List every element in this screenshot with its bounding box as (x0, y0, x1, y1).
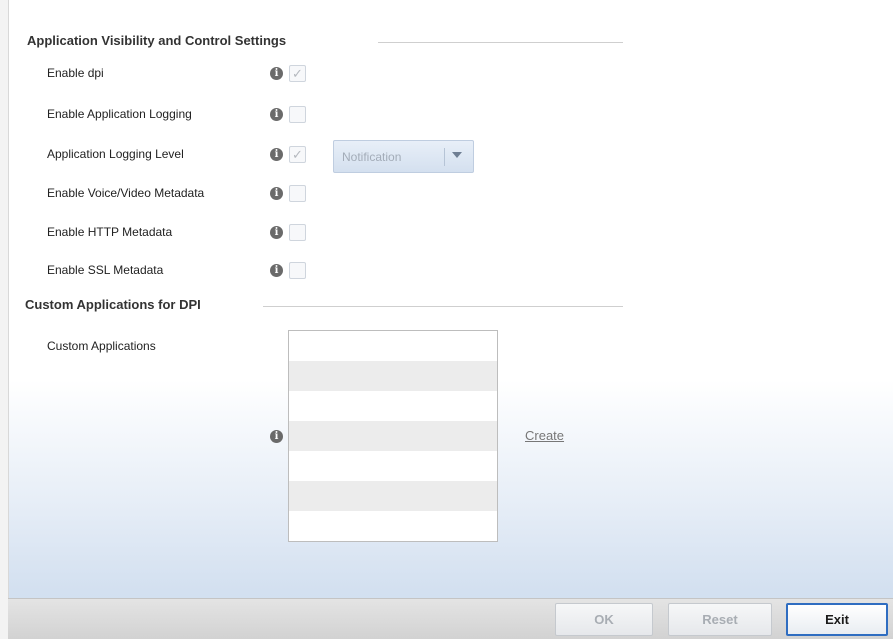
info-icon[interactable]: i (270, 226, 283, 239)
app-logging-level-checkbox[interactable]: ✓ (289, 146, 306, 163)
enable-dpi-label: Enable dpi (47, 66, 104, 80)
info-icon[interactable]: i (270, 108, 283, 121)
chevron-down-icon[interactable] (452, 152, 462, 158)
logging-level-select[interactable]: Notification (333, 140, 474, 173)
enable-voice-video-metadata-checkbox[interactable] (289, 185, 306, 202)
info-icon[interactable]: i (270, 67, 283, 80)
custom-applications-label: Custom Applications (47, 339, 156, 353)
info-icon[interactable]: i (270, 430, 283, 443)
list-item[interactable] (289, 361, 497, 391)
info-icon[interactable]: i (270, 187, 283, 200)
avc-section-divider (378, 42, 623, 43)
logging-level-value: Notification (342, 150, 402, 164)
create-link[interactable]: Create (525, 428, 564, 443)
list-item[interactable] (289, 391, 497, 421)
enable-ssl-metadata-label: Enable SSL Metadata (47, 263, 164, 277)
list-item[interactable] (289, 331, 497, 361)
list-item[interactable] (289, 451, 497, 481)
enable-voice-video-metadata-label: Enable Voice/Video Metadata (47, 186, 205, 200)
list-item[interactable] (289, 421, 497, 451)
reset-button[interactable]: Reset (668, 603, 772, 636)
settings-page: Application Visibility and Control Setti… (0, 0, 893, 639)
list-item[interactable] (289, 481, 497, 511)
info-icon[interactable]: i (270, 148, 283, 161)
custom-apps-section-title: Custom Applications for DPI (25, 297, 201, 312)
info-icon[interactable]: i (270, 264, 283, 277)
enable-dpi-checkbox[interactable]: ✓ (289, 65, 306, 82)
custom-applications-list[interactable] (288, 330, 498, 542)
enable-http-metadata-checkbox[interactable] (289, 224, 306, 241)
list-item[interactable] (289, 511, 497, 541)
enable-ssl-metadata-checkbox[interactable] (289, 262, 306, 279)
ok-button[interactable]: OK (555, 603, 653, 636)
exit-button[interactable]: Exit (786, 603, 888, 636)
avc-section-title: Application Visibility and Control Setti… (27, 33, 287, 48)
enable-http-metadata-label: Enable HTTP Metadata (47, 225, 173, 239)
enable-app-logging-label: Enable Application Logging (47, 107, 192, 121)
enable-app-logging-checkbox[interactable] (289, 106, 306, 123)
custom-apps-section-divider (263, 306, 623, 307)
select-divider (444, 148, 445, 166)
left-border (0, 0, 9, 639)
app-logging-level-label: Application Logging Level (47, 147, 184, 161)
